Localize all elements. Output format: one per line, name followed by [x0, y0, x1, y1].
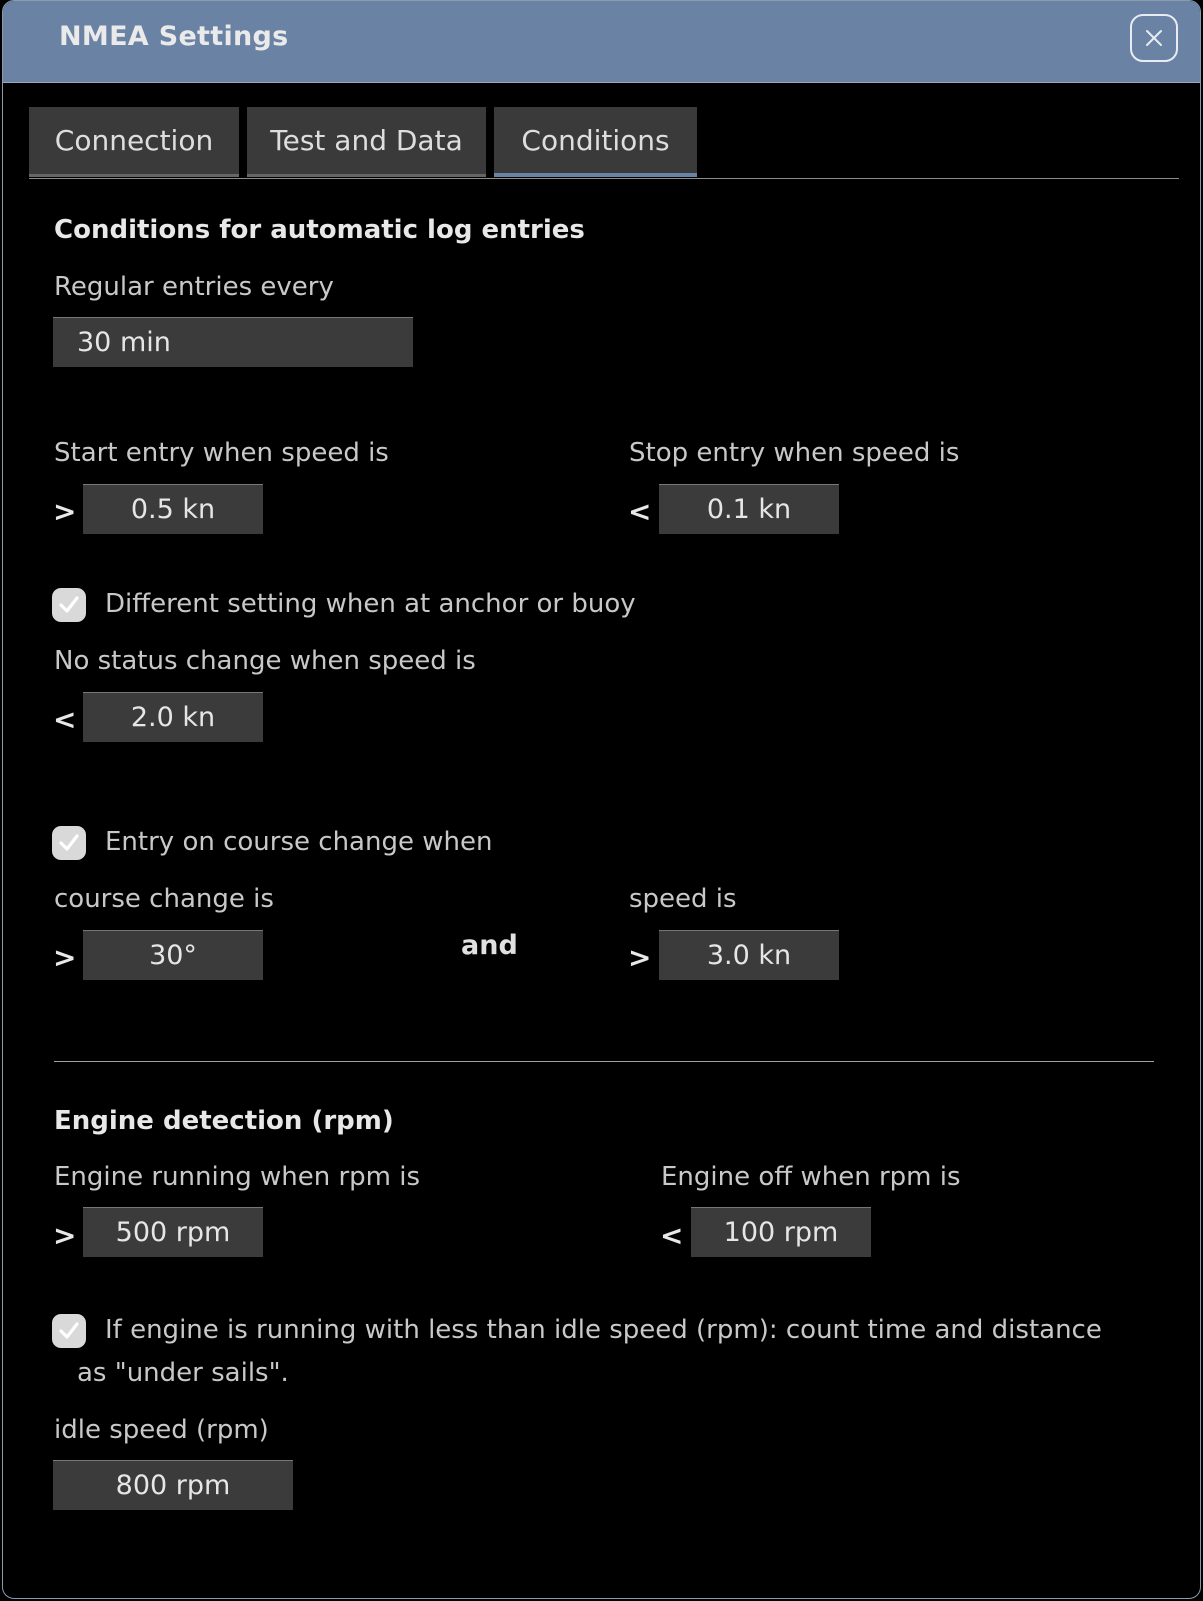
idle-speed-label: idle speed (rpm) — [54, 1415, 269, 1445]
engine-section-title: Engine detection (rpm) — [54, 1106, 394, 1136]
course-speed-label: speed is — [629, 884, 737, 914]
course-change-input[interactable]: 30° — [83, 930, 263, 980]
no-status-change-label: No status change when speed is — [54, 646, 476, 676]
stop-entry-operator: < — [628, 495, 652, 528]
tab-bar: Connection Test and Data Conditions — [29, 107, 1179, 179]
close-icon — [1146, 30, 1162, 46]
checkmark-icon — [59, 834, 79, 851]
engine-running-rpm-input[interactable]: 500 rpm — [83, 1207, 263, 1257]
dialog-title: NMEA Settings — [59, 21, 289, 52]
regular-entries-input[interactable]: 30 min — [53, 317, 413, 367]
idle-checkbox-label-line2: as "under sails". — [77, 1358, 289, 1388]
start-entry-operator: > — [53, 495, 77, 528]
engine-running-operator: > — [53, 1219, 77, 1252]
stop-entry-speed-input[interactable]: 0.1 kn — [659, 484, 839, 534]
no-status-speed-input[interactable]: 2.0 kn — [83, 692, 263, 742]
idle-speed-checkbox[interactable] — [52, 1314, 86, 1348]
tab-conditions[interactable]: Conditions — [494, 107, 697, 177]
regular-entries-label: Regular entries every — [54, 272, 334, 302]
checkmark-icon — [59, 596, 79, 613]
conditions-section-title: Conditions for automatic log entries — [54, 215, 585, 245]
checkmark-icon — [59, 1322, 79, 1339]
engine-off-label: Engine off when rpm is — [661, 1162, 961, 1192]
stop-entry-label: Stop entry when speed is — [629, 438, 960, 468]
idle-checkbox-label-line1: If engine is running with less than idle… — [105, 1315, 1102, 1345]
course-change-checkbox-label: Entry on course change when — [105, 827, 493, 857]
nmea-settings-dialog: NMEA Settings Connection Test and Data C… — [2, 0, 1201, 1599]
course-change-label: course change is — [54, 884, 274, 914]
course-speed-input[interactable]: 3.0 kn — [659, 930, 839, 980]
start-entry-label: Start entry when speed is — [54, 438, 389, 468]
idle-speed-input[interactable]: 800 rpm — [53, 1460, 293, 1510]
tab-test-and-data[interactable]: Test and Data — [247, 107, 486, 177]
engine-off-operator: < — [660, 1219, 684, 1252]
section-divider — [54, 1061, 1154, 1062]
anchor-checkbox-label: Different setting when at anchor or buoy — [105, 589, 636, 619]
start-entry-speed-input[interactable]: 0.5 kn — [83, 484, 263, 534]
and-label: and — [461, 930, 518, 961]
tab-connection[interactable]: Connection — [29, 107, 239, 177]
engine-running-label: Engine running when rpm is — [54, 1162, 421, 1192]
course-change-checkbox[interactable] — [52, 826, 86, 860]
no-status-operator: < — [53, 703, 77, 736]
engine-off-rpm-input[interactable]: 100 rpm — [691, 1207, 871, 1257]
course-speed-operator: > — [628, 941, 652, 974]
anchor-checkbox[interactable] — [52, 588, 86, 622]
titlebar: NMEA Settings — [3, 1, 1200, 83]
course-change-operator: > — [53, 941, 77, 974]
close-button[interactable] — [1130, 14, 1178, 62]
